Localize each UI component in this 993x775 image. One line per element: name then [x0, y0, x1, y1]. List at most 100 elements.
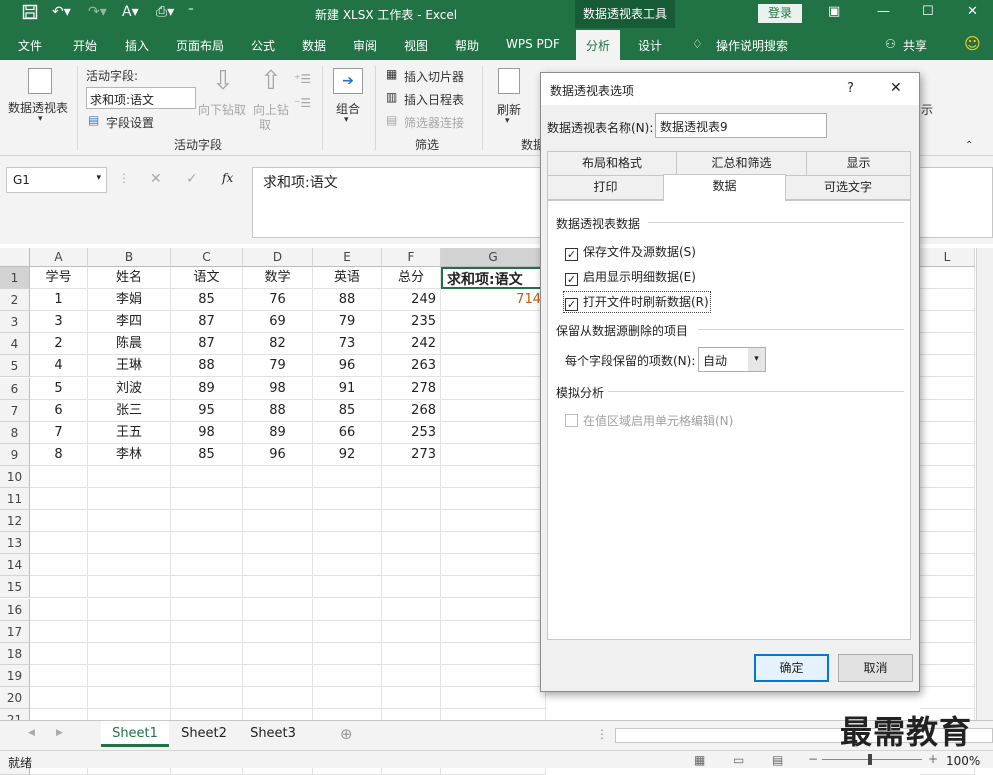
- empty-cell[interactable]: [88, 576, 171, 599]
- zoom-level[interactable]: 100%: [946, 754, 980, 768]
- col-header-a[interactable]: A: [30, 248, 88, 267]
- table-cell[interactable]: 92: [313, 443, 382, 466]
- collapse-ribbon-icon[interactable]: ⌃: [965, 140, 973, 151]
- row-header[interactable]: 5: [0, 355, 30, 378]
- empty-cell[interactable]: [171, 488, 243, 511]
- empty-cell[interactable]: [382, 576, 441, 599]
- empty-cell[interactable]: [171, 642, 243, 665]
- normal-view-icon[interactable]: ▦: [694, 753, 705, 767]
- table-cell[interactable]: 1: [30, 289, 88, 312]
- save-source-checkbox[interactable]: ✓ 保存文件及源数据(S): [565, 243, 696, 261]
- row-header[interactable]: 20: [0, 686, 30, 709]
- tab-totals-filters[interactable]: 汇总和筛选: [676, 151, 807, 176]
- table-cell[interactable]: 89: [243, 421, 313, 444]
- empty-cell[interactable]: [920, 664, 975, 687]
- empty-cell[interactable]: [171, 576, 243, 599]
- table-cell[interactable]: [441, 421, 546, 444]
- dialog-help-button[interactable]: ?: [847, 81, 854, 96]
- filter-connection-button[interactable]: 筛选器连接: [404, 114, 464, 131]
- empty-cell[interactable]: [171, 664, 243, 687]
- empty-cell[interactable]: [441, 576, 546, 599]
- row-header[interactable]: 6: [0, 377, 30, 400]
- table-cell[interactable]: 91: [313, 377, 382, 400]
- empty-cell[interactable]: [171, 465, 243, 488]
- refresh-dropdown-icon[interactable]: ▾: [505, 116, 510, 126]
- table-cell[interactable]: 王五: [88, 421, 171, 444]
- ok-button[interactable]: 确定: [754, 654, 829, 682]
- empty-cell[interactable]: [920, 642, 975, 665]
- row-header[interactable]: 4: [0, 333, 30, 356]
- tab-wps-pdf[interactable]: WPS PDF: [506, 37, 560, 51]
- table-cell[interactable]: 268: [382, 399, 441, 422]
- empty-cell[interactable]: [382, 465, 441, 488]
- dialog-close-icon[interactable]: ✕: [890, 80, 902, 96]
- empty-cell[interactable]: [441, 554, 546, 577]
- tab-analyze[interactable]: 分析: [576, 30, 621, 60]
- tab-design[interactable]: 设计: [638, 37, 662, 54]
- empty-cell[interactable]: [171, 620, 243, 643]
- pivot-table-icon[interactable]: [28, 68, 52, 94]
- empty-cell[interactable]: [920, 267, 975, 290]
- table-cell[interactable]: 85: [313, 399, 382, 422]
- empty-cell[interactable]: [382, 686, 441, 709]
- table-cell[interactable]: 88: [243, 399, 313, 422]
- empty-cell[interactable]: [243, 598, 313, 621]
- empty-cell[interactable]: [88, 465, 171, 488]
- empty-cell[interactable]: [920, 532, 975, 555]
- empty-cell[interactable]: [920, 289, 975, 312]
- empty-cell[interactable]: [243, 554, 313, 577]
- empty-cell[interactable]: [171, 510, 243, 533]
- table-cell[interactable]: 278: [382, 377, 441, 400]
- empty-cell[interactable]: [243, 510, 313, 533]
- insert-timeline-button[interactable]: 插入日程表: [404, 91, 464, 108]
- empty-cell[interactable]: [441, 620, 546, 643]
- active-field-input[interactable]: 求和项:语文: [86, 87, 196, 109]
- empty-cell[interactable]: [920, 686, 975, 709]
- sheet-tab-sheet3[interactable]: Sheet3: [239, 721, 307, 747]
- empty-cell[interactable]: [88, 598, 171, 621]
- scroll-left-icon[interactable]: ◀: [28, 728, 35, 738]
- chevron-down-icon[interactable]: ▾: [38, 114, 43, 124]
- table-cell[interactable]: 88: [313, 289, 382, 312]
- format-painter-icon[interactable]: A▾: [122, 4, 139, 20]
- name-box-dropdown-icon[interactable]: ▾: [96, 173, 101, 183]
- table-cell[interactable]: 85: [171, 443, 243, 466]
- drill-down-button[interactable]: 向下钻取: [198, 101, 246, 118]
- login-button[interactable]: 登录: [758, 4, 802, 23]
- empty-cell[interactable]: [920, 488, 975, 511]
- page-layout-view-icon[interactable]: ▭: [733, 753, 744, 767]
- empty-cell[interactable]: [382, 554, 441, 577]
- table-cell[interactable]: 98: [243, 377, 313, 400]
- table-cell[interactable]: 96: [243, 443, 313, 466]
- empty-cell[interactable]: [30, 488, 88, 511]
- empty-cell[interactable]: [30, 642, 88, 665]
- tab-formulas[interactable]: 公式: [251, 37, 275, 54]
- table-cell[interactable]: 79: [243, 355, 313, 378]
- header-cell[interactable]: 数学: [243, 267, 313, 290]
- tab-home[interactable]: 开始: [73, 37, 97, 54]
- row-header[interactable]: 14: [0, 554, 30, 577]
- empty-cell[interactable]: [313, 642, 382, 665]
- empty-cell[interactable]: [441, 686, 546, 709]
- table-cell[interactable]: 5: [30, 377, 88, 400]
- page-break-view-icon[interactable]: ▤: [772, 753, 783, 767]
- table-cell[interactable]: 88: [171, 355, 243, 378]
- empty-cell[interactable]: [243, 465, 313, 488]
- empty-cell[interactable]: [441, 532, 546, 555]
- undo-icon[interactable]: ↶▾: [52, 4, 71, 20]
- table-cell[interactable]: 96: [313, 355, 382, 378]
- table-cell[interactable]: 2: [30, 333, 88, 356]
- tab-splitter-icon[interactable]: ⋮: [596, 727, 608, 741]
- share-button[interactable]: 共享: [903, 37, 927, 54]
- empty-cell[interactable]: [441, 598, 546, 621]
- col-header-e[interactable]: E: [313, 248, 382, 267]
- cancel-button[interactable]: 取消: [838, 654, 913, 682]
- table-cell[interactable]: 7: [30, 421, 88, 444]
- table-cell[interactable]: 6: [30, 399, 88, 422]
- table-cell[interactable]: 235: [382, 311, 441, 334]
- empty-cell[interactable]: [88, 532, 171, 555]
- table-cell[interactable]: 79: [313, 311, 382, 334]
- empty-cell[interactable]: [920, 576, 975, 599]
- tab-file[interactable]: 文件: [18, 37, 42, 54]
- header-cell[interactable]: 姓名: [88, 267, 171, 290]
